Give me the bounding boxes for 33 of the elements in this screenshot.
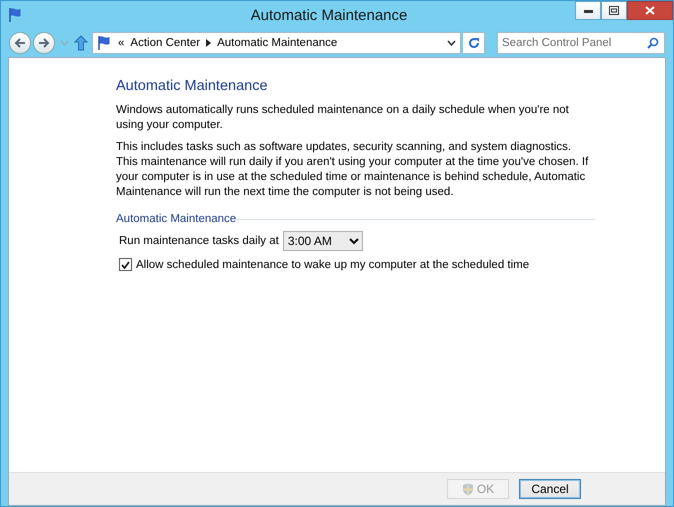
page-heading: Automatic Maintenance (116, 78, 269, 94)
overflow-chevron[interactable]: « (118, 37, 124, 49)
forward-button[interactable] (33, 32, 55, 54)
time-dropdown[interactable]: 3:00 AM (282, 231, 363, 251)
address-bar[interactable]: « Action Center Automatic Maintenance (92, 32, 461, 54)
breadcrumb[interactable]: Action Center (130, 37, 200, 49)
group-label: Automatic Maintenance (116, 213, 236, 225)
flag-icon (96, 35, 112, 51)
maximize-button[interactable] (601, 1, 627, 20)
close-icon (645, 6, 655, 15)
close-button[interactable] (627, 1, 673, 20)
back-arrow-icon (14, 38, 26, 48)
back-button[interactable] (9, 32, 31, 54)
schedule-label: Run maintenance tasks daily at (119, 235, 279, 247)
chevron-down-icon[interactable] (447, 40, 456, 46)
window-title: Automatic Maintenance (250, 6, 408, 24)
restore-icon (609, 6, 619, 15)
caret-right-icon[interactable] (206, 39, 212, 47)
refresh-button[interactable] (463, 32, 485, 54)
checkbox[interactable] (119, 258, 132, 271)
description-paragraph: Windows automatically runs scheduled maintenance on a daily schedule when you're not using your computer. (116, 103, 570, 133)
up-arrow-icon[interactable] (74, 35, 88, 51)
checkbox-label[interactable]: Allow scheduled maintenance to wake up my computer at the scheduled time (136, 258, 530, 270)
minimize-icon (584, 8, 592, 12)
flag-icon (7, 7, 23, 23)
forward-arrow-icon (38, 38, 50, 48)
refresh-icon (468, 37, 480, 49)
dialog-button[interactable]: Cancel (519, 479, 581, 499)
breadcrumb[interactable]: Automatic Maintenance (217, 37, 338, 49)
description-paragraph: This includes tasks such as software updates, security scanning, and system diagnostics. This maintenance will run daily if you aren't using your computer at the time you've chosen. If your computer is in use at the scheduled time or maintenance is behind schedule, Automatic Maintenance will run the next time the computer is not being used. (116, 140, 590, 200)
minimize-button[interactable] (575, 1, 601, 20)
search-icon (647, 37, 659, 49)
search-field[interactable]: Search Control Panel (497, 32, 665, 54)
